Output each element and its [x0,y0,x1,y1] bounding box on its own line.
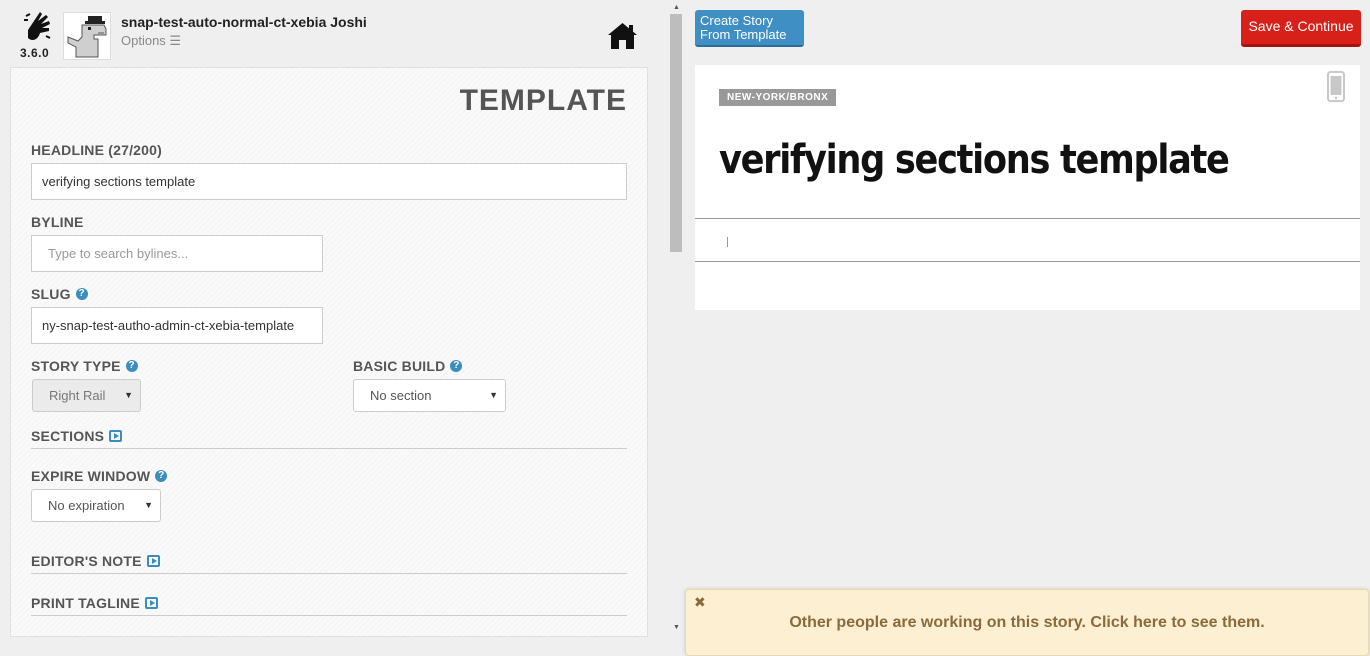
slug-help-icon[interactable]: ? [75,288,88,300]
divider [31,615,627,616]
page-title: TEMPLATE [459,84,627,117]
expire-window-label-text: EXPIRE WINDOW [31,468,151,484]
expand-play-icon [109,430,123,442]
headline-label-text: HEADLINE (27/200) [31,142,162,158]
expire-window-label: EXPIRE WINDOW ? [31,468,168,484]
basic-build-value: No section [370,388,432,403]
template-form-panel: TEMPLATE HEADLINE (27/200) verifying sec… [10,67,648,637]
basic-build-label: BASIC BUILD ? [353,358,463,374]
chevron-down-icon: ▼ [489,390,498,400]
avatar[interactable] [63,12,111,60]
story-preview: NEW-YORK/BRONX verifying sections templa… [695,65,1360,310]
story-type-help-icon[interactable]: ? [125,360,138,372]
byline-label: BYLINE [31,214,84,230]
snap-hand-logo-icon[interactable] [22,10,52,44]
slug-label: SLUG ? [31,286,88,302]
expire-window-select[interactable]: No expiration ▼ [31,489,161,522]
form-scrollbar[interactable]: ▲ ▼ [668,0,684,640]
story-type-value: Right Rail [49,388,106,403]
divider [31,573,627,574]
headline-input[interactable]: verifying sections template [31,163,627,200]
byline-search-input[interactable]: Type to search bylines... [31,235,323,272]
scroll-down-arrow-icon[interactable]: ▼ [673,624,680,631]
basic-build-select[interactable]: No section ▼ [353,379,506,412]
chevron-down-icon: ▼ [124,390,133,400]
expire-window-help-icon[interactable]: ? [155,470,168,482]
print-tagline-label-text: PRINT TAGLINE [31,595,140,611]
chevron-down-icon: ▼ [144,500,153,510]
sections-label-text: SECTIONS [31,428,105,444]
headline-label: HEADLINE (27/200) [31,142,162,158]
divider [31,448,627,449]
story-type-label-text: STORY TYPE [31,358,121,374]
story-type-select[interactable]: Right Rail ▼ [32,379,141,412]
collaborators-notification[interactable]: ✖ Other people are working on this story… [685,589,1369,656]
create-story-from-template-button[interactable]: Create Story From Template [695,10,804,47]
story-type-label: STORY TYPE ? [31,358,138,374]
preview-headline: verifying sections template [719,137,1230,183]
editors-note-label-text: EDITOR'S NOTE [31,553,142,569]
expire-window-value: No expiration [48,498,125,513]
preview-body-editor[interactable] [695,219,1360,261]
slug-input[interactable]: ny-snap-test-autho-admin-ct-xebia-templa… [31,307,323,344]
sections-toggle[interactable]: SECTIONS [31,428,123,444]
home-icon[interactable] [607,22,638,50]
expand-play-icon [146,555,160,567]
divider [695,261,1360,262]
print-tagline-toggle[interactable]: PRINT TAGLINE [31,595,158,611]
expand-play-icon [144,597,158,609]
section-tag: NEW-YORK/BRONX [719,89,837,106]
basic-build-label-text: BASIC BUILD [353,358,446,374]
scrollbar-thumb[interactable] [670,14,682,252]
options-menu-link[interactable]: Options ☰ [121,33,181,49]
app-header: 3.6.0 snap-test-auto-normal-ct-xebia Jos… [0,0,660,66]
editors-note-toggle[interactable]: EDITOR'S NOTE [31,553,160,569]
notification-message[interactable]: Other people are working on this story. … [686,614,1368,632]
basic-build-help-icon[interactable]: ? [450,360,463,372]
dinosaur-avatar-icon [67,16,107,58]
byline-label-text: BYLINE [31,214,84,230]
text-caret [727,237,728,247]
save-continue-button[interactable]: Save & Continue [1241,10,1361,47]
app-version: 3.6.0 [20,46,50,60]
user-name: snap-test-auto-normal-ct-xebia Joshi [121,14,367,30]
close-icon[interactable]: ✖ [694,594,706,611]
mobile-phone-icon[interactable] [1327,71,1345,102]
scroll-up-arrow-icon[interactable]: ▲ [673,4,680,11]
slug-label-text: SLUG [31,286,71,302]
